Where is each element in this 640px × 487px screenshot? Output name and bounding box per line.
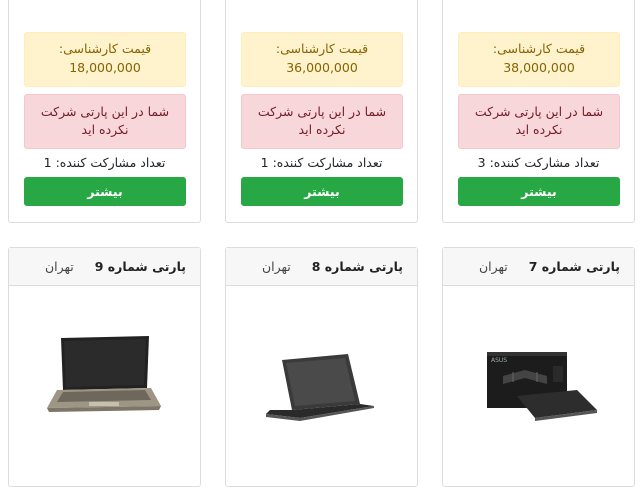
party-title[interactable]: پارتی شماره 8 [312, 259, 403, 274]
appraisal-price-box: قیمت کارشناسی: 38,000,000 [458, 32, 620, 87]
more-button[interactable]: بیشتر [241, 177, 403, 206]
price-value: 18,000,000 [69, 60, 141, 75]
party-card: قیمت کارشناسی: 38,000,000 شما در این پار… [442, 0, 635, 223]
more-button[interactable]: بیشتر [24, 177, 186, 206]
party-card[interactable]: پارتی شماره 9 تهران [8, 247, 201, 487]
laptop-dark-icon[interactable] [256, 326, 388, 426]
card-body: ASUS [443, 286, 634, 486]
participants-count: تعداد مشارکت کننده: 1 [260, 155, 383, 170]
price-label: قیمت کارشناسی: [58, 41, 152, 56]
party-title[interactable]: پارتی شماره 7 [529, 259, 620, 274]
city-label: تهران [479, 259, 508, 274]
city-label: تهران [262, 259, 291, 274]
party-card[interactable]: پارتی شماره 8 تهران [225, 247, 418, 487]
not-participated-alert: شما در این پارتی شرکت نکرده اید [458, 94, 620, 149]
not-participated-alert: شما در این پارتی شرکت نکرده اید [24, 94, 186, 149]
not-participated-alert: شما در این پارتی شرکت نکرده اید [241, 94, 403, 149]
appraisal-price-box: قیمت کارشناسی: 36,000,000 [241, 32, 403, 87]
price-value: 38,000,000 [503, 60, 575, 75]
price-value: 36,000,000 [286, 60, 358, 75]
laptop-box-icon[interactable]: ASUS [473, 326, 605, 426]
price-label: قیمت کارشناسی: [492, 41, 586, 56]
laptop-silver-icon[interactable] [39, 326, 171, 426]
party-cards-row-bottom: پارتی شماره 9 تهران پارتی شماره 8 تهران [0, 247, 640, 487]
more-button[interactable]: بیشتر [458, 177, 620, 206]
party-cards-row-top: قیمت کارشناسی: 18,000,000 شما در این پار… [0, 0, 640, 223]
svg-text:ASUS: ASUS [491, 357, 507, 364]
participants-count: تعداد مشارکت کننده: 3 [477, 155, 600, 170]
party-title[interactable]: پارتی شماره 9 [95, 259, 186, 274]
party-card: قیمت کارشناسی: 36,000,000 شما در این پار… [225, 0, 418, 223]
card-body [9, 286, 200, 486]
card-header: پارتی شماره 8 تهران [226, 248, 417, 286]
party-card: قیمت کارشناسی: 18,000,000 شما در این پار… [8, 0, 201, 223]
party-card[interactable]: پارتی شماره 7 تهران ASUS [442, 247, 635, 487]
price-label: قیمت کارشناسی: [275, 41, 369, 56]
card-header: پارتی شماره 9 تهران [9, 248, 200, 286]
city-label: تهران [45, 259, 74, 274]
card-body [226, 286, 417, 486]
appraisal-price-box: قیمت کارشناسی: 18,000,000 [24, 32, 186, 87]
participants-count: تعداد مشارکت کننده: 1 [43, 155, 166, 170]
card-header: پارتی شماره 7 تهران [443, 248, 634, 286]
